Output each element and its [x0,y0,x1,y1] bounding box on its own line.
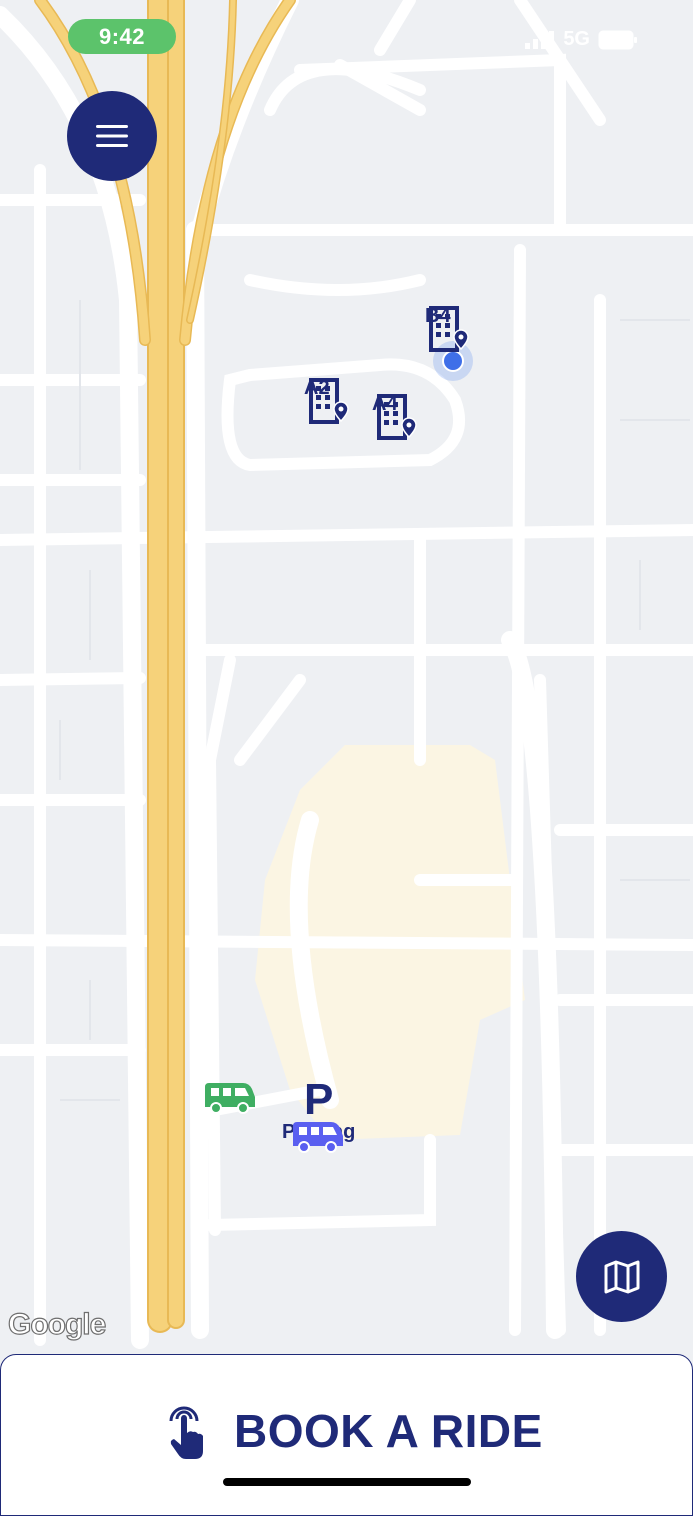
menu-button[interactable] [67,91,157,181]
map-canvas [0,0,693,1355]
google-attribution: Google [7,1307,107,1341]
map-view[interactable]: B4 A2 A4 P Parking Google [0,0,693,1355]
book-ride-label: BOOK A RIDE [234,1405,543,1457]
marker-a2[interactable]: A2 [304,378,349,424]
tap-hand-icon [169,1406,203,1459]
marker-a4[interactable]: A4 [372,394,417,440]
building-pin-icon [429,306,469,352]
map-view-button[interactable] [576,1231,667,1322]
book-ride-button[interactable]: BOOK A RIDE [160,1396,543,1466]
building-pin-icon [309,378,349,424]
van-icon[interactable] [291,1120,345,1154]
building-pin-icon [377,394,417,440]
marker-b4[interactable]: B4 [425,306,469,352]
hamburger-menu-icon [96,125,128,147]
network-type: 5G [563,28,590,50]
map-icon [604,1260,639,1293]
battery-icon [598,30,637,49]
parking-icon: P [304,1075,334,1124]
signal-icon [525,30,555,49]
van-icon[interactable] [203,1081,257,1115]
status-time: 9:42 [68,19,176,54]
status-indicators: 5G [525,28,638,51]
home-indicator [223,1478,471,1486]
